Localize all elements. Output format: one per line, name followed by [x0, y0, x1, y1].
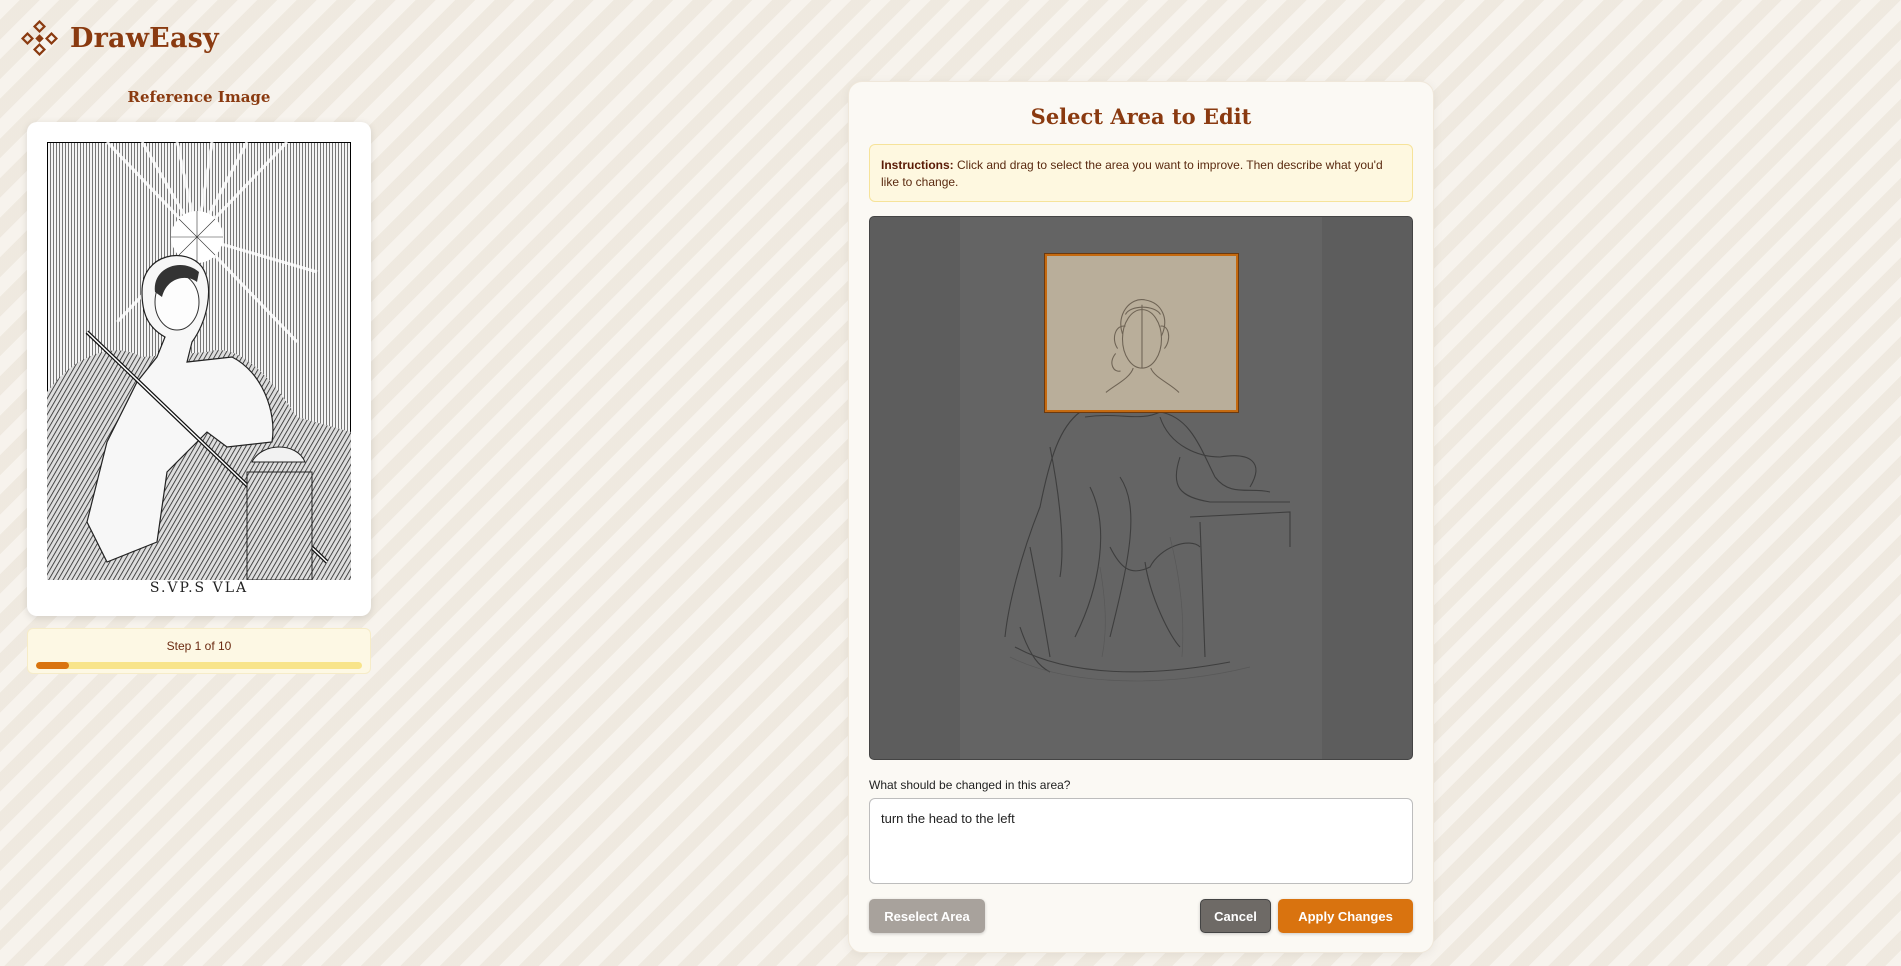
drawing-canvas[interactable]: [869, 216, 1413, 760]
diamond-pattern-icon: [20, 20, 59, 56]
selection-rectangle[interactable]: [1045, 254, 1238, 412]
step-progress: Step 1 of 10: [27, 628, 371, 674]
change-label: What should be changed in this area?: [869, 778, 1071, 792]
reference-engraving-image: [47, 142, 351, 580]
reference-title: Reference Image: [127, 88, 271, 106]
change-description-input[interactable]: turn the head to the left: [869, 798, 1413, 884]
step-label: Step 1 of 10: [166, 639, 232, 653]
edit-panel: Select Area to Edit Instructions: Click …: [848, 81, 1434, 953]
reference-caption: S.VP.S VLA: [149, 580, 249, 596]
app-logo[interactable]: DrawEasy: [20, 20, 219, 56]
selected-head-sketch: [1105, 299, 1180, 393]
reference-card: S.VP.S VLA: [27, 122, 371, 616]
instructions-label: Instructions:: [881, 158, 954, 172]
instructions-text: Click and drag to select the area you wa…: [881, 158, 1383, 189]
progress-fill: [36, 662, 69, 669]
reselect-area-button[interactable]: Reselect Area: [869, 899, 985, 933]
app-name: DrawEasy: [70, 22, 219, 54]
apply-changes-button[interactable]: Apply Changes: [1278, 899, 1413, 933]
cancel-button[interactable]: Cancel: [1200, 899, 1271, 933]
panel-title: Select Area to Edit: [1030, 104, 1252, 129]
progress-track: [36, 662, 362, 669]
instructions-box: Instructions: Click and drag to select t…: [869, 144, 1413, 202]
